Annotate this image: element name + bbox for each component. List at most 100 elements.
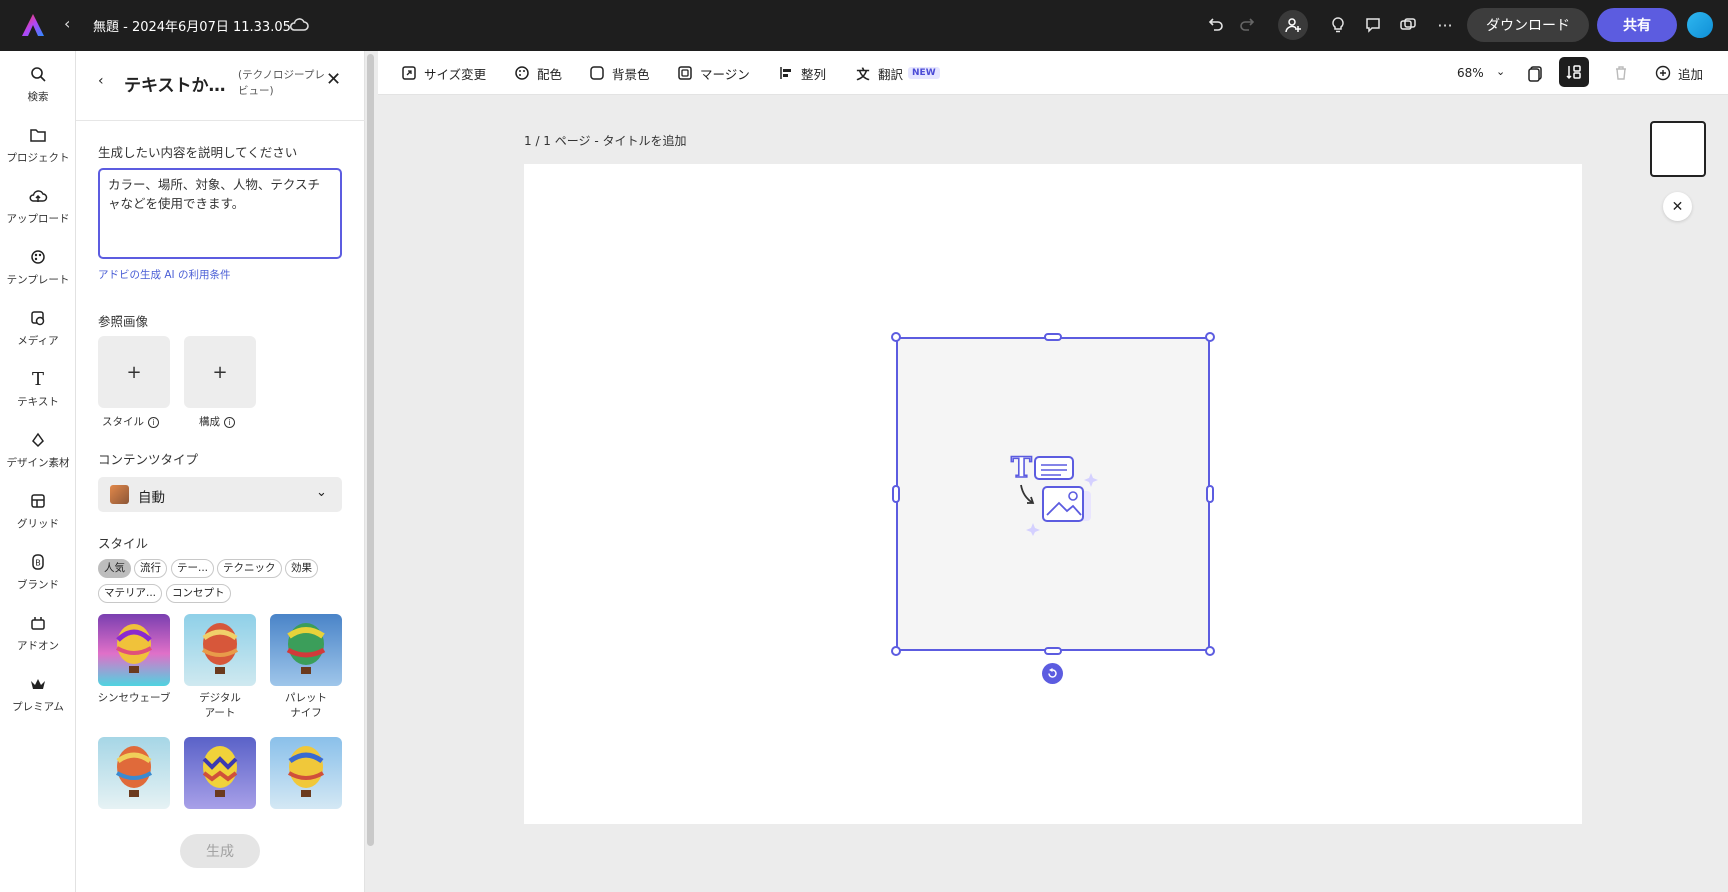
add-composition-reference-button[interactable]: + (184, 336, 256, 408)
info-icon[interactable]: i (148, 416, 159, 428)
rail-label: デザイン素材 (6, 457, 70, 469)
rail-item-addons[interactable]: アドオン (0, 606, 76, 664)
resize-button[interactable]: サイズ変更 (400, 63, 486, 83)
lightbulb-icon[interactable] (1326, 13, 1350, 37)
chip-concept[interactable]: コンセプト (166, 584, 231, 603)
chevron-down-icon[interactable]: ⌄ (1496, 65, 1505, 78)
style-tile-palette-knife[interactable] (270, 614, 342, 686)
style-tile-synthwave[interactable] (98, 614, 170, 686)
trash-icon[interactable] (1613, 63, 1629, 83)
reference-image-label: 参照画像 (98, 314, 149, 329)
text-to-image-placeholder[interactable]: T (896, 337, 1210, 651)
comment-icon[interactable] (1361, 13, 1385, 37)
rail-item-media[interactable]: メディア (0, 301, 76, 359)
resize-handle-left[interactable] (892, 485, 900, 503)
chip-theme[interactable]: テー... (171, 559, 215, 578)
resize-handle-bottom[interactable] (1044, 647, 1062, 655)
folder-icon (27, 124, 49, 146)
more-options-icon[interactable]: ··· (1433, 13, 1457, 37)
pages-icon[interactable] (1526, 63, 1544, 83)
chip-effects[interactable]: 効果 (285, 559, 318, 578)
prompt-input[interactable]: カラー、場所、対象、人物、テクスチャなどを使用できます。 (98, 168, 342, 259)
rotate-handle-icon[interactable] (1042, 663, 1063, 684)
add-icon (1654, 64, 1672, 82)
rail-label: メディア (17, 335, 59, 347)
background-color-button[interactable]: 背景色 (588, 63, 650, 83)
close-icon[interactable]: ✕ (326, 69, 341, 90)
rail-item-templates[interactable]: テンプレート (0, 240, 76, 298)
chip-trending[interactable]: 流行 (134, 559, 167, 578)
share-link-icon[interactable] (1396, 13, 1420, 37)
translate-button[interactable]: 文 翻訳 NEW (854, 63, 940, 83)
back-chevron-icon[interactable]: ‹ (98, 73, 104, 89)
resize-handle-bottom-right[interactable] (1205, 646, 1215, 656)
margin-icon (676, 64, 694, 82)
add-style-reference-button[interactable]: + (98, 336, 170, 408)
style-tile-label: デジタル アート (199, 692, 241, 719)
panel-title: テキストか… (124, 76, 226, 96)
resize-handle-top-left[interactable] (891, 332, 901, 342)
panel-scrollbar[interactable] (367, 54, 374, 846)
align-button[interactable]: 整列 (777, 63, 826, 83)
text-to-image-illustration-icon: T (1010, 451, 1098, 536)
resize-handle-top-right[interactable] (1205, 332, 1215, 342)
style-label: スタイル (98, 536, 149, 551)
editor-toolbar: サイズ変更 配色 背景色 マージン 整列 文 翻訳 NEW 68% ⌄ 追加 (378, 51, 1728, 95)
page-title[interactable]: 1 / 1 ページ - タイトルを追加 (524, 132, 686, 149)
generate-button[interactable]: 生成 (180, 834, 260, 868)
rail-label: アドオン (17, 640, 59, 652)
cloud-sync-icon[interactable] (288, 14, 310, 40)
resize-icon (400, 64, 418, 82)
content-type-thumbnail (110, 485, 129, 504)
adobe-express-logo-icon[interactable] (20, 12, 46, 38)
rail-item-brand[interactable]: B ブランド (0, 545, 76, 603)
info-icon[interactable]: i (224, 416, 235, 428)
download-button[interactable]: ダウンロード (1467, 8, 1589, 42)
add-button[interactable]: 追加 (1654, 63, 1703, 83)
resize-handle-bottom-left[interactable] (891, 646, 901, 656)
rail-label: プレミアム (12, 701, 64, 713)
zoom-level[interactable]: 68% (1457, 66, 1484, 80)
chip-technique[interactable]: テクニック (217, 559, 282, 578)
back-chevron-icon[interactable]: ‹ (64, 14, 70, 33)
rail-item-grid[interactable]: グリッド (0, 484, 76, 542)
style-tile[interactable] (98, 737, 170, 809)
invite-user-icon[interactable] (1278, 10, 1308, 40)
undo-icon[interactable] (1204, 13, 1228, 37)
chip-materials[interactable]: マテリア... (98, 584, 163, 603)
share-button[interactable]: 共有 (1597, 8, 1677, 42)
search-icon (27, 63, 49, 85)
resize-label: サイズ変更 (424, 66, 487, 82)
document-title[interactable]: 無題 - 2024年6月07日 11.33.05 (93, 16, 291, 35)
text-icon: T (31, 368, 44, 390)
prompt-label: 生成したい内容を説明してください (98, 145, 298, 160)
rail-item-projects[interactable]: プロジェクト (0, 118, 76, 176)
rail-item-text[interactable]: T テキスト (0, 362, 76, 420)
rail-item-upload[interactable]: アップロード (0, 179, 76, 237)
addon-icon (27, 612, 49, 634)
layers-toggle-icon[interactable] (1559, 57, 1589, 87)
rail-item-search[interactable]: 検索 (0, 57, 76, 115)
template-icon (27, 246, 49, 268)
content-type-select[interactable]: 自動 ⌄ (98, 477, 342, 512)
background-color-icon (588, 64, 606, 82)
style-tile[interactable] (270, 737, 342, 809)
page-thumbnail[interactable] (1650, 121, 1706, 177)
svg-text:B: B (35, 559, 41, 568)
text-to-image-panel: ‹ テキストか… (テクノロジープレビュー) ✕ 生成したい内容を説明してくださ… (76, 51, 365, 892)
margin-button[interactable]: マージン (676, 63, 750, 83)
avatar[interactable] (1685, 10, 1715, 40)
resize-handle-top[interactable] (1044, 333, 1062, 341)
rail-item-design-assets[interactable]: デザイン素材 (0, 423, 76, 481)
close-icon[interactable]: ✕ (1663, 192, 1692, 221)
style-tile[interactable] (184, 737, 256, 809)
resize-handle-right[interactable] (1206, 485, 1214, 503)
redo-icon[interactable] (1235, 13, 1259, 37)
premium-crown-icon (27, 673, 49, 695)
translate-icon: 文 (856, 67, 870, 83)
chip-popular[interactable]: 人気 (98, 559, 131, 578)
style-tile-digital-art[interactable] (184, 614, 256, 686)
rail-item-premium[interactable]: プレミアム (0, 667, 76, 725)
color-theme-button[interactable]: 配色 (513, 63, 562, 83)
terms-link[interactable]: アドビの生成 AI の利用条件 (98, 267, 230, 282)
